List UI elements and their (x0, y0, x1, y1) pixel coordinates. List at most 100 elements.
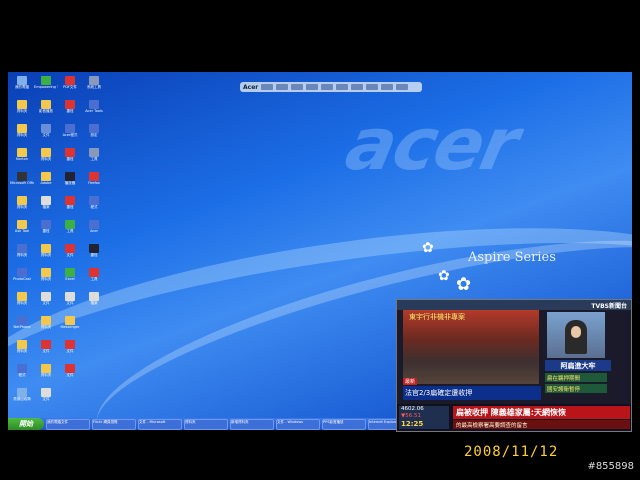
desktop-icon[interactable]: 檔案 (82, 290, 106, 314)
desktop-icon[interactable]: 捷徑 (58, 98, 82, 122)
desktop-icon-glyph-icon (89, 172, 99, 181)
taskbar-item[interactable]: 新增資料夾 (230, 418, 274, 430)
tv-news-scene: 東宇行非機非專案 (403, 310, 539, 384)
taskbar-item[interactable]: 資料夾 (184, 418, 228, 430)
desktop-icon[interactable]: 文件 (58, 242, 82, 266)
desktop-icon[interactable]: 文件 (34, 290, 58, 314)
desktop-icon-glyph-icon (65, 292, 75, 301)
desktop-icon[interactable]: 影音播放 (34, 98, 58, 122)
desktop-icon[interactable]: Messenger (58, 314, 82, 338)
desktop-icon-label: Firefox (88, 181, 100, 185)
desktop-icon[interactable]: Microsoft Office (10, 170, 34, 194)
desktop-icon[interactable]: 文件 (58, 290, 82, 314)
desktop-icon[interactable]: 資料夾 (34, 314, 58, 338)
taskbar-item[interactable]: PPS影音播放 (322, 418, 366, 430)
desktop-icon-glyph-icon (17, 292, 27, 301)
breaking-news-bar: 扁被收押 陳義雄家屬:天網恢恢 (453, 406, 630, 419)
desktop-icon-label: Microsoft Office (10, 181, 34, 185)
desktop-icon-glyph-icon (41, 172, 51, 181)
desktop-icon-label: 工具 (90, 157, 98, 161)
desktop-icon[interactable]: 捷徑 (58, 194, 82, 218)
start-button[interactable]: 開始 (8, 418, 44, 430)
desktop-icon[interactable]: 文件 (58, 338, 82, 362)
desktop-icon[interactable]: Acer Tools (82, 98, 106, 122)
toolbar-button[interactable] (351, 84, 364, 90)
taskbar-item[interactable]: 文件 - Windows (276, 418, 320, 430)
toolbar-button[interactable] (306, 84, 319, 90)
toolbar-button[interactable] (396, 84, 409, 90)
desktop-icon[interactable]: 資料夾 (10, 338, 34, 362)
acer-launch-toolbar[interactable]: Acer (240, 82, 422, 92)
desktop-icon[interactable]: 工具 (82, 266, 106, 290)
desktop-icon[interactable]: 文件 (34, 122, 58, 146)
tv-player-window[interactable]: TVBS新聞台 東宇行非機非專案 阿扁進大牢 扁在羈押期間 國安護衛暫停 最新 … (396, 299, 632, 432)
stock-index: 4602.06 (401, 406, 424, 412)
desktop-icon-glyph-icon (65, 196, 75, 205)
desktop-icon[interactable]: 資料夾 (10, 290, 34, 314)
desktop-icon-label: Messenger (60, 325, 80, 329)
desktop-icon-glyph-icon (89, 196, 99, 205)
desktop-icon-label: 資料夾 (16, 205, 28, 209)
desktop-icon[interactable]: 文件 (34, 386, 58, 410)
desktop-icon[interactable]: 捷徑 (34, 218, 58, 242)
photo-id: #855898 (587, 461, 634, 472)
desktop-icon[interactable]: 我的電腦 (10, 74, 34, 98)
desktop-icon-glyph-icon (17, 172, 27, 181)
desktop-icon[interactable]: 資料夾 (34, 362, 58, 386)
desktop-icon[interactable]: 捷徑 (58, 146, 82, 170)
desktop-icon[interactable]: Acer程式 (58, 122, 82, 146)
desktop-icon[interactable]: NetPhone (10, 314, 34, 338)
toolbar-button[interactable] (276, 84, 289, 90)
desktop-icon[interactable]: 檔案 (34, 194, 58, 218)
desktop-icon-glyph-icon (17, 220, 27, 229)
desktop-icon[interactable]: 資料夾 (34, 146, 58, 170)
desktop-icon[interactable]: 工具 (82, 146, 106, 170)
desktop-icon-glyph-icon (89, 124, 99, 133)
desktop-icon[interactable]: Firefox (82, 170, 106, 194)
desktop-icon-glyph-icon (41, 100, 51, 109)
taskbar-item[interactable]: Flickr 網頁瀏覽 (92, 418, 136, 430)
desktop-icon[interactable]: Norton (10, 146, 34, 170)
desktop-icon (82, 314, 106, 338)
desktop-icon-glyph-icon (89, 292, 99, 301)
desktop-icon[interactable]: 資料夾 (10, 98, 34, 122)
desktop-icon[interactable]: PhotoCast (10, 266, 34, 290)
desktop-icon[interactable]: 資料夾 (10, 122, 34, 146)
breaking-news-subline: 的最高檢察署高要調查的留言 (453, 420, 630, 429)
toolbar-button[interactable] (366, 84, 379, 90)
toolbar-button[interactable] (261, 84, 274, 90)
desktop-icon[interactable]: 資料夾 (34, 266, 58, 290)
taskbar-item[interactable]: 文件 - Microsoft (138, 418, 182, 430)
toolbar-button[interactable] (381, 84, 394, 90)
desktop-icon[interactable]: 工具 (58, 218, 82, 242)
desktop-icon[interactable]: 捷徑 (82, 242, 106, 266)
desktop-icon[interactable]: 播放器 (58, 170, 82, 194)
desktop-icon[interactable]: Excel (58, 266, 82, 290)
desktop-icon-glyph-icon (89, 220, 99, 229)
desktop-icon[interactable]: PDF文件 (58, 74, 82, 98)
desktop-icon[interactable]: 程式 (82, 194, 106, 218)
desktop-icon[interactable]: 程式 (10, 362, 34, 386)
desktop-icon-label: Adobe (40, 181, 52, 185)
desktop-icon-label: NetPhone (13, 325, 31, 329)
toolbar-button[interactable] (291, 84, 304, 90)
desktop-icon[interactable]: 系統工具 (82, 74, 106, 98)
taskbar-item[interactable]: 我的電腦文件 (46, 418, 90, 430)
desktop-icon[interactable]: 資源回收筒 (10, 386, 34, 410)
desktop-icon[interactable]: Adobe (34, 170, 58, 194)
desktop-icon[interactable]: Ask Tool (10, 218, 34, 242)
desktop-icon-glyph-icon (17, 76, 27, 85)
desktop-icon[interactable]: Empowering Technology (34, 74, 58, 98)
stock-change: ▼56.51 (401, 413, 421, 419)
toolbar-button[interactable] (321, 84, 334, 90)
desktop-icon[interactable]: 資料夾 (34, 242, 58, 266)
desktop-icon-glyph-icon (17, 364, 27, 373)
desktop-icon[interactable]: 資料夾 (10, 194, 34, 218)
desktop-icon[interactable]: 資料夾 (10, 242, 34, 266)
toolbar-button[interactable] (336, 84, 349, 90)
desktop-icon[interactable]: Acer (82, 218, 106, 242)
desktop-icon[interactable]: 文件 (34, 338, 58, 362)
desktop-icon[interactable]: 設定 (82, 122, 106, 146)
desktop-icon-glyph-icon (41, 76, 51, 85)
desktop-icon[interactable]: 文件 (58, 362, 82, 386)
